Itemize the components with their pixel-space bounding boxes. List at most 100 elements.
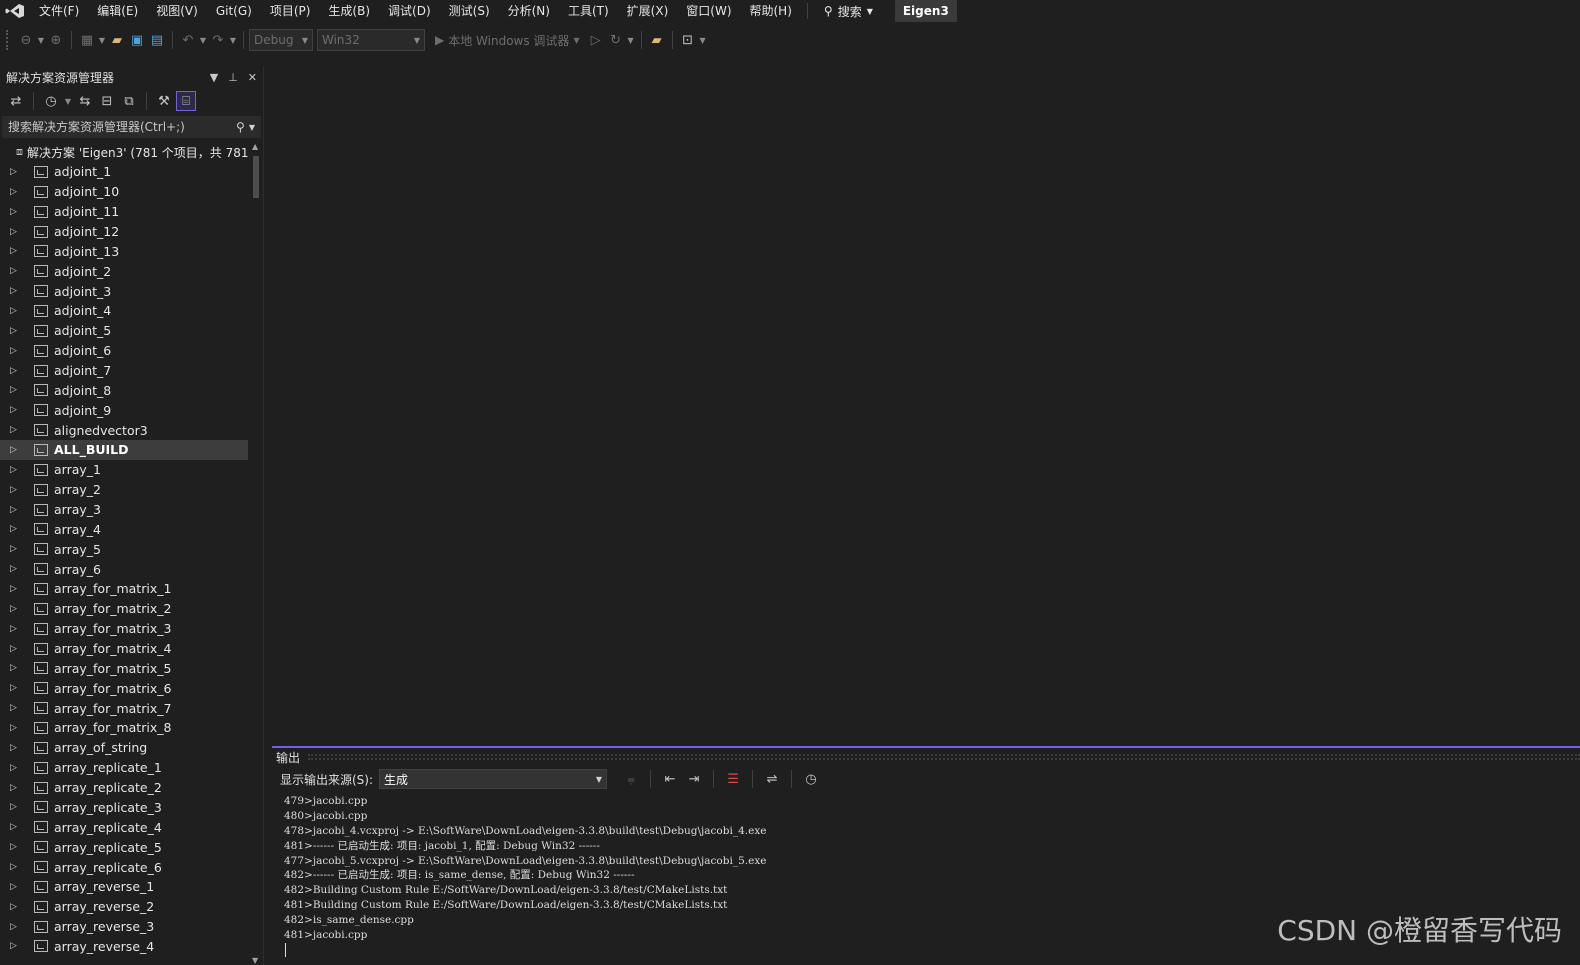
project-node[interactable]: ▷ array_reverse_1	[0, 877, 248, 897]
navigate-back-dropdown-icon[interactable]: ▼	[36, 36, 46, 45]
expand-arrow-icon[interactable]: ▷	[10, 246, 22, 256]
project-node[interactable]: ▷ adjoint_5	[0, 321, 248, 341]
expand-arrow-icon[interactable]: ▷	[10, 167, 22, 177]
project-node[interactable]: ▷ adjoint_9	[0, 400, 248, 420]
menu-item[interactable]: 文件(F)	[30, 0, 88, 22]
project-node[interactable]: ▷ array_for_matrix_2	[0, 599, 248, 619]
project-node[interactable]: ▷ adjoint_12	[0, 222, 248, 242]
hot-reload-dropdown-icon[interactable]: ▼	[626, 36, 636, 45]
expand-arrow-icon[interactable]: ▷	[10, 663, 22, 673]
expand-arrow-icon[interactable]: ▷	[10, 822, 22, 832]
menu-item[interactable]: Git(G)	[207, 0, 261, 22]
expand-arrow-icon[interactable]: ▷	[10, 485, 22, 495]
close-icon[interactable]: ✕	[248, 71, 257, 84]
switch-views-icon[interactable]: ⇄	[6, 91, 26, 111]
expand-arrow-icon[interactable]: ▷	[10, 227, 22, 237]
project-node[interactable]: ▷ ALL_BUILD	[0, 440, 248, 460]
menu-item[interactable]: 工具(T)	[559, 0, 618, 22]
collapse-all-icon[interactable]: ⊟	[97, 91, 117, 111]
project-node[interactable]: ▷ array_for_matrix_3	[0, 619, 248, 639]
output-source-select[interactable]: 生成 ▼	[379, 769, 608, 789]
project-node[interactable]: ▷ array_for_matrix_6	[0, 678, 248, 698]
solution-explorer-scrollbar[interactable]: ▲ ▼	[250, 142, 262, 965]
pending-changes-filter-icon[interactable]: ◷	[41, 91, 61, 111]
sync-with-active-document-icon[interactable]: ⇆	[75, 91, 95, 111]
project-node[interactable]: ▷ adjoint_10	[0, 182, 248, 202]
project-node[interactable]: ▷ array_reverse_4	[0, 937, 248, 957]
expand-arrow-icon[interactable]: ▷	[10, 405, 22, 415]
expand-arrow-icon[interactable]: ▷	[10, 783, 22, 793]
window-position-dropdown-icon[interactable]: ▼	[210, 71, 218, 84]
expand-arrow-icon[interactable]: ▷	[10, 326, 22, 336]
hot-reload-icon[interactable]: ↻	[606, 30, 626, 50]
project-node[interactable]: ▷ adjoint_13	[0, 241, 248, 261]
solution-platform-select[interactable]: Win32 ▼	[317, 29, 425, 51]
undo-dropdown-icon[interactable]: ▼	[198, 36, 208, 45]
project-node[interactable]: ▷ array_6	[0, 559, 248, 579]
project-node[interactable]: ▷ array_1	[0, 460, 248, 480]
expand-arrow-icon[interactable]: ▷	[10, 703, 22, 713]
previous-message-icon[interactable]: ⇤	[660, 769, 680, 789]
expand-arrow-icon[interactable]: ▷	[10, 385, 22, 395]
preview-selected-items-icon[interactable]: ⌸	[176, 91, 196, 111]
find-message-in-code-icon[interactable]: ⩦	[621, 769, 641, 789]
project-node[interactable]: ▷ adjoint_8	[0, 380, 248, 400]
expand-arrow-icon[interactable]: ▷	[10, 842, 22, 852]
search-icon[interactable]: ⚲	[236, 120, 245, 134]
expand-arrow-icon[interactable]: ▷	[10, 902, 22, 912]
expand-arrow-icon[interactable]: ▷	[10, 207, 22, 217]
expand-arrow-icon[interactable]: ▷	[10, 683, 22, 693]
toggle-timestamp-icon[interactable]: ◷	[801, 769, 821, 789]
new-project-dropdown-icon[interactable]: ▼	[97, 36, 107, 45]
expand-arrow-icon[interactable]: ▷	[10, 544, 22, 554]
expand-arrow-icon[interactable]: ▷	[10, 723, 22, 733]
project-node[interactable]: ▷ array_2	[0, 480, 248, 500]
project-node[interactable]: ▷ array_replicate_1	[0, 758, 248, 778]
menu-item[interactable]: 窗口(W)	[677, 0, 740, 22]
project-node[interactable]: ▷ array_replicate_5	[0, 837, 248, 857]
expand-arrow-icon[interactable]: ▷	[10, 564, 22, 574]
undo-icon[interactable]: ↶	[178, 30, 198, 50]
project-node[interactable]: ▷ adjoint_3	[0, 281, 248, 301]
project-node[interactable]: ▷ adjoint_11	[0, 202, 248, 222]
start-debugging-button[interactable]: ▶ 本地 Windows 调试器 ▼	[435, 32, 580, 49]
project-node[interactable]: ▷ adjoint_1	[0, 162, 248, 182]
toolbar-grip[interactable]	[6, 30, 10, 50]
menu-item[interactable]: 测试(S)	[440, 0, 499, 22]
navigate-back-icon[interactable]: ⊖	[16, 30, 36, 50]
scroll-up-icon[interactable]: ▲	[252, 142, 258, 151]
pin-icon[interactable]: ⊥	[228, 71, 238, 84]
scrollbar-thumb[interactable]	[253, 156, 259, 198]
expand-arrow-icon[interactable]: ▷	[10, 763, 22, 773]
search-options-dropdown-icon[interactable]: ▼	[249, 123, 255, 132]
open-file-icon[interactable]: ▰	[107, 30, 127, 50]
project-node[interactable]: ▷ array_reverse_2	[0, 897, 248, 917]
expand-arrow-icon[interactable]: ▷	[10, 366, 22, 376]
toggle-word-wrap-icon[interactable]: ⇌	[762, 769, 782, 789]
menu-item[interactable]: 调试(D)	[379, 0, 440, 22]
redo-dropdown-icon[interactable]: ▼	[228, 36, 238, 45]
expand-arrow-icon[interactable]: ▷	[10, 505, 22, 515]
pending-changes-dropdown-icon[interactable]: ▼	[63, 97, 73, 106]
menu-item[interactable]: 帮助(H)	[741, 0, 801, 22]
project-node[interactable]: ▷ array_of_string	[0, 738, 248, 758]
project-node[interactable]: ▷ array_for_matrix_8	[0, 718, 248, 738]
solution-explorer-search-input[interactable]	[8, 120, 228, 134]
expand-arrow-icon[interactable]: ▷	[10, 604, 22, 614]
navigate-forward-icon[interactable]: ⊕	[46, 30, 66, 50]
menu-item[interactable]: 项目(P)	[261, 0, 320, 22]
expand-arrow-icon[interactable]: ▷	[10, 445, 22, 455]
project-node[interactable]: ▷ array_for_matrix_5	[0, 658, 248, 678]
project-node[interactable]: ▷ array_3	[0, 500, 248, 520]
project-node[interactable]: ▷ alignedvector3	[0, 420, 248, 440]
project-node[interactable]: ▷ array_reverse_3	[0, 917, 248, 937]
project-node[interactable]: ▷ array_for_matrix_7	[0, 698, 248, 718]
expand-arrow-icon[interactable]: ▷	[10, 743, 22, 753]
solution-name-badge[interactable]: Eigen3	[894, 0, 957, 22]
menu-item[interactable]: 生成(B)	[319, 0, 379, 22]
project-node[interactable]: ▷ array_for_matrix_4	[0, 639, 248, 659]
search-menu[interactable]: ⚲ 搜索 ▼	[814, 3, 883, 20]
solution-root-node[interactable]: ⧈ 解决方案 'Eigen3' (781 个项目，共 781	[0, 142, 248, 162]
expand-arrow-icon[interactable]: ▷	[10, 266, 22, 276]
menu-item[interactable]: 分析(N)	[499, 0, 559, 22]
